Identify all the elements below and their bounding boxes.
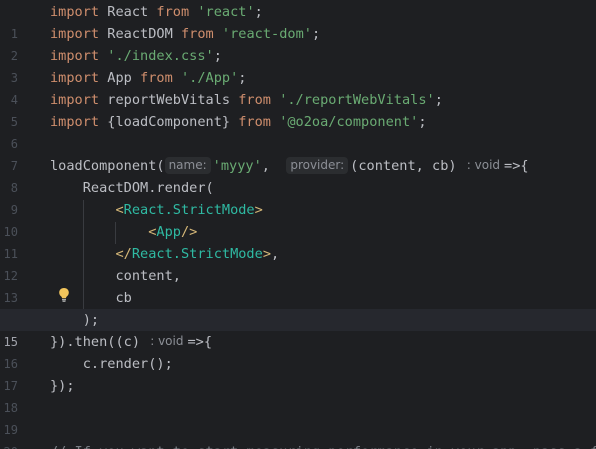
tag-bracket: > <box>262 246 271 262</box>
arrow-open: =>{ <box>187 334 213 350</box>
identifier-app: App <box>107 70 132 86</box>
identifier-report-web-vitals: reportWebVitals <box>107 92 231 108</box>
code-editor[interactable]: 1 import React from 'react'; 2 import Re… <box>0 0 596 449</box>
tag-bracket: < <box>115 202 124 218</box>
call-reactdom-render: ReactDOM.render( <box>82 180 214 196</box>
string-myyy: 'myyy' <box>212 158 262 174</box>
string-app: './App' <box>180 70 239 86</box>
keyword-import: import <box>50 92 100 108</box>
code-line-10[interactable]: 10 <React.StrictMode> <box>0 199 596 239</box>
code-line-5[interactable]: 5 import reportWebVitals from './reportW… <box>0 89 596 129</box>
tag-app: App <box>156 224 181 240</box>
c-render-call: c.render(); <box>82 356 173 372</box>
code-line-2[interactable]: 2 import ReactDOM from 'react-dom'; <box>0 23 596 63</box>
keyword-import: import <box>50 70 100 86</box>
identifier-react: React <box>107 4 149 20</box>
keyword-import: import <box>50 4 100 20</box>
code-line-8[interactable]: 8 loadComponent(name:'myyy', provider: (c… <box>0 155 596 195</box>
string-index-css: './index.css' <box>107 48 214 64</box>
arg-content: content, <box>115 268 181 284</box>
arrow-open: =>{ <box>504 158 529 174</box>
tag-react-strict-mode-close: React.StrictMode <box>131 246 263 262</box>
code-line-12[interactable]: 12 </React.StrictMode>, <box>0 243 596 283</box>
code-line-13[interactable]: 13 content, <box>0 265 596 305</box>
keyword-import: import <box>50 114 100 130</box>
code-line-1[interactable]: 1 import React from 'react'; <box>0 1 596 41</box>
code-line-3[interactable]: 3 import './index.css'; <box>0 45 596 85</box>
comma: , <box>261 158 270 174</box>
provider-params: (content, cb) <box>350 158 457 174</box>
code-line-18[interactable]: 18 }); <box>0 375 596 415</box>
code-line-19[interactable]: 19 <box>0 397 596 437</box>
string-report-web-vitals: './reportWebVitals' <box>279 92 435 108</box>
code-line-20[interactable]: 20 <box>0 419 596 449</box>
code-line-9[interactable]: 9 ReactDOM.render( <box>0 177 596 217</box>
close-all: }); <box>50 378 75 394</box>
inlay-hint-name[interactable]: name: <box>164 157 211 174</box>
close-paren-semicolon: ); <box>82 312 100 328</box>
identifier-load-component-import: {loadComponent} <box>107 114 231 130</box>
arg-cb: cb <box>115 290 132 306</box>
string-o2oa-component: '@o2oa/component' <box>279 114 419 130</box>
call-load-component: loadComponent( <box>50 158 165 174</box>
code-line-7[interactable]: 7 <box>0 133 596 173</box>
keyword-from: from <box>140 70 173 86</box>
lightbulb-icon[interactable] <box>58 287 70 303</box>
tag-bracket: /> <box>180 224 198 240</box>
string-react-dom: 'react-dom' <box>221 26 312 42</box>
code-line-4[interactable]: 4 import App from './App'; <box>0 67 596 107</box>
keyword-from: from <box>238 114 271 130</box>
tag-bracket: > <box>254 202 263 218</box>
keyword-from: from <box>156 4 190 20</box>
keyword-from: from <box>238 92 271 108</box>
string-react: 'react' <box>197 4 255 20</box>
tag-react-strict-mode-open: React.StrictMode <box>123 202 255 218</box>
code-line-15-current[interactable]: 15 ); <box>0 309 596 349</box>
inlay-hint-return-void[interactable]: : void <box>148 333 185 350</box>
code-line-16[interactable]: 16 }).then((c) : void =>{ <box>0 331 596 371</box>
keyword-import: import <box>50 26 100 42</box>
identifier-reactdom: ReactDOM <box>107 26 173 42</box>
inlay-hint-provider[interactable]: provider: <box>286 157 349 174</box>
then-call: }).then((c) <box>50 334 141 350</box>
inlay-hint-return-void[interactable]: : void <box>465 157 502 174</box>
code-line-21-partial[interactable]: // If you want to start measuring perfor… <box>0 441 596 449</box>
comma: , <box>271 246 280 262</box>
code-line-14[interactable]: 14 cb <box>0 287 596 327</box>
code-line-6[interactable]: 6 import {loadComponent} from '@o2oa/com… <box>0 111 596 151</box>
comment-line: // If you want to start measuring perfor… <box>50 441 596 449</box>
code-line-11[interactable]: 11 <App/> <box>0 221 596 261</box>
keyword-from: from <box>180 26 214 42</box>
code-line-17[interactable]: 17 c.render(); <box>0 353 596 393</box>
tag-bracket: </ <box>115 246 132 262</box>
keyword-import: import <box>50 48 100 64</box>
